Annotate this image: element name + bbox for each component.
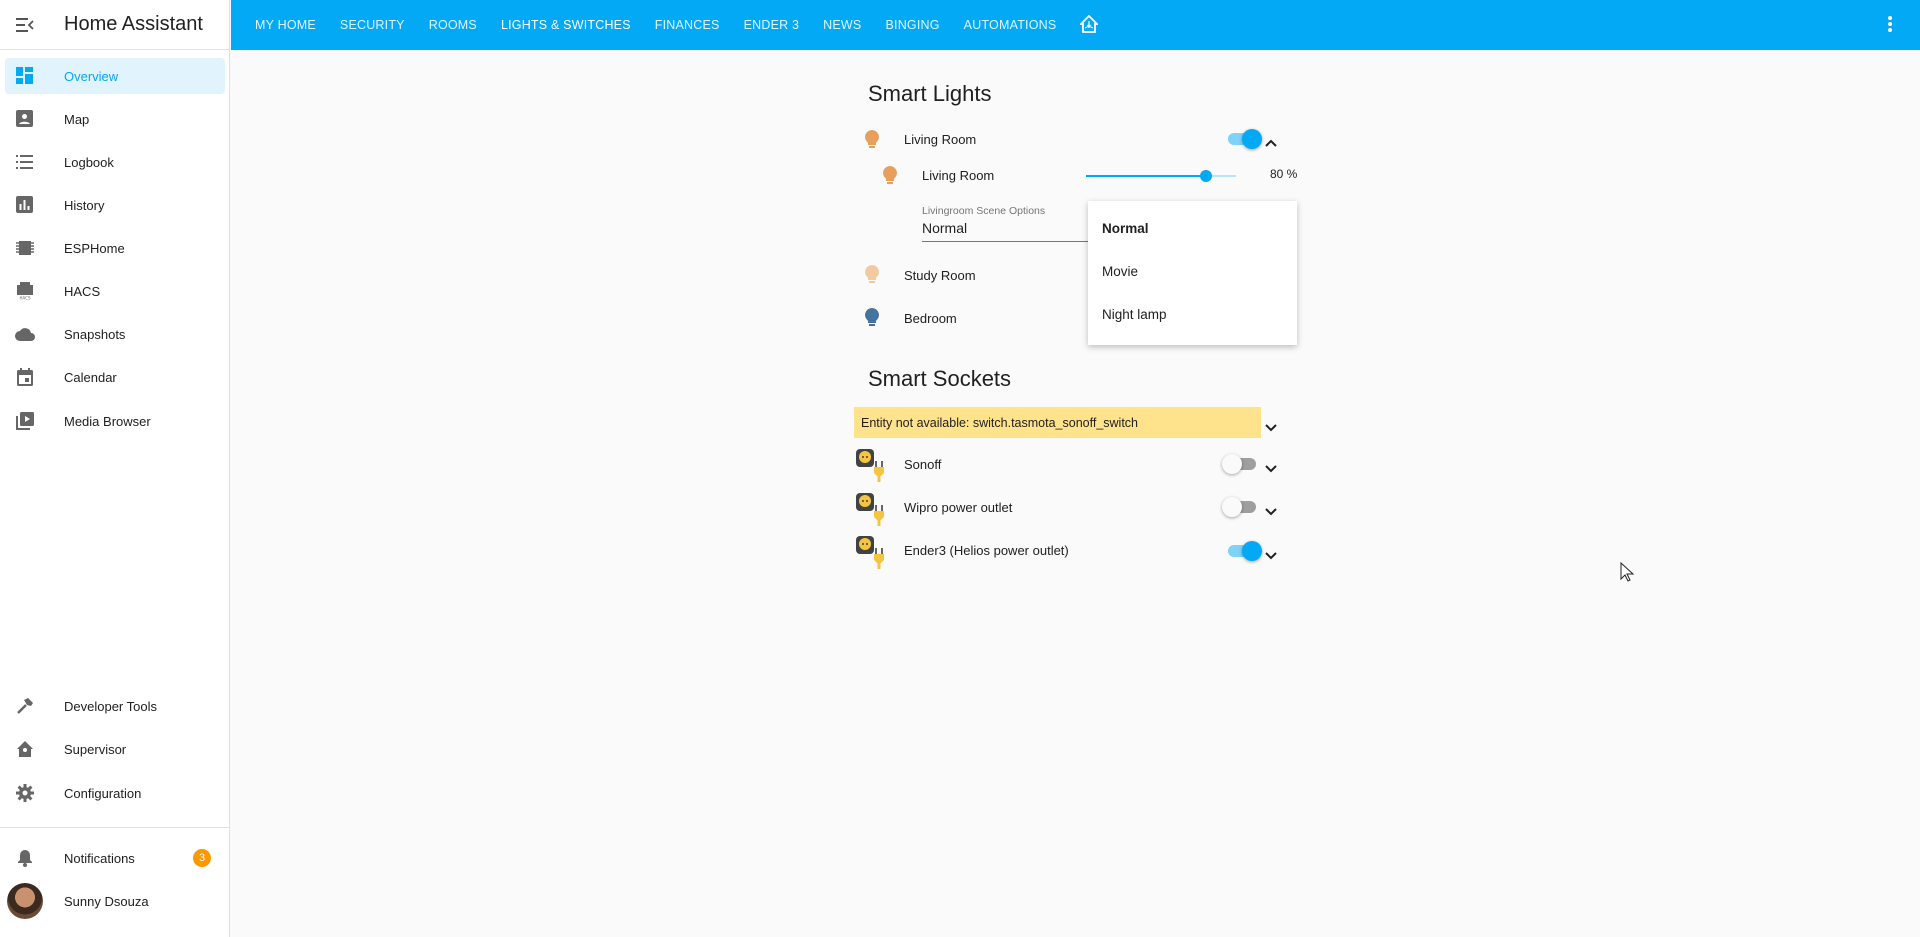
sidebar-item-label: Supervisor (64, 741, 127, 757)
sidebar-item-configuration[interactable]: Configuration (5, 775, 225, 811)
chart-bar-icon (5, 196, 45, 214)
map-account-icon (5, 110, 45, 128)
dashboard-icon (5, 67, 45, 85)
living-room-dimmer-name: Living Room (922, 167, 995, 183)
cog-icon (5, 784, 45, 802)
scene-option-movie[interactable]: Movie (1102, 264, 1138, 279)
sidebar-item-label: Snapshots (64, 326, 126, 342)
bedroom-name[interactable]: Bedroom (904, 309, 957, 327)
brightness-slider-fill (1086, 175, 1206, 177)
lightbulb-icon (882, 166, 898, 191)
sidebar-header: Home Assistant (0, 0, 229, 50)
power-socket-icon (856, 449, 890, 483)
sidebar-item-label: Media Browser (64, 413, 151, 429)
sidebar-item-label: HACS (64, 283, 101, 299)
play-box-multiple-icon (5, 412, 45, 430)
scene-option-normal[interactable]: Normal (1102, 221, 1149, 236)
living-room-name[interactable]: Living Room (904, 130, 976, 148)
home-assistant-icon (5, 740, 45, 758)
tab-security[interactable]: SECURITY (328, 0, 417, 50)
tab-news[interactable]: NEWS (811, 0, 873, 50)
menu-collapse-icon[interactable] (0, 0, 50, 50)
power-socket-icon (856, 493, 890, 527)
sidebar-item-label: Developer Tools (64, 698, 157, 714)
sidebar-item-label: Overview (64, 68, 119, 84)
sidebar-item-label: Configuration (64, 785, 142, 801)
tab-lights-switches[interactable]: LIGHTS & SWITCHES (489, 0, 643, 50)
sonoff-toggle[interactable] (1222, 454, 1258, 474)
tab-home-assistant[interactable] (1068, 0, 1110, 50)
scene-option-night-lamp[interactable]: Night lamp (1102, 307, 1167, 322)
wipro-outlet-name[interactable]: Wipro power outlet (904, 498, 1012, 516)
scene-select-value[interactable]: Normal (922, 220, 967, 236)
brightness-value: 80 % (1270, 167, 1298, 181)
tab-my-home[interactable]: MY HOME (243, 0, 328, 50)
brightness-slider-thumb[interactable] (1200, 170, 1212, 182)
sidebar-divider (0, 827, 230, 828)
sidebar-item-supervisor[interactable]: Supervisor (5, 731, 225, 767)
sidebar-item-notifications[interactable]: Notifications 3 (5, 840, 225, 876)
app-title: Home Assistant (64, 13, 203, 35)
living-room-toggle[interactable] (1226, 129, 1262, 149)
home-assistant-icon (1079, 14, 1100, 36)
tab-automations[interactable]: AUTOMATIONS (952, 0, 1069, 50)
ender3-outlet-toggle[interactable] (1226, 541, 1262, 561)
lightbulb-icon (864, 130, 880, 155)
hacs-icon: HACS (5, 282, 45, 300)
chevron-down-icon[interactable] (1265, 460, 1277, 478)
sidebar-item-media-browser[interactable]: Media Browser (5, 403, 225, 439)
scene-dropdown-menu: Normal Movie Night lamp (1088, 201, 1297, 345)
chip-icon (5, 240, 45, 256)
hammer-icon (5, 697, 45, 715)
sonoff-name[interactable]: Sonoff (904, 455, 941, 473)
tab-ender-3[interactable]: ENDER 3 (732, 0, 812, 50)
bell-icon (5, 849, 45, 867)
sidebar-item-snapshots[interactable]: Snapshots (5, 316, 225, 352)
mouse-cursor-icon (1620, 561, 1635, 587)
sidebar-item-history[interactable]: History (5, 187, 225, 223)
tab-finances[interactable]: FINANCES (643, 0, 732, 50)
chevron-up-icon[interactable] (1265, 134, 1277, 152)
calendar-icon (5, 368, 45, 386)
sidebar-item-label: Map (64, 111, 90, 127)
lightbulb-icon (864, 308, 880, 333)
sidebar-item-logbook[interactable]: Logbook (5, 144, 225, 180)
sidebar-item-label: Logbook (64, 154, 114, 170)
lightbulb-icon (864, 265, 880, 290)
notification-count-badge: 3 (193, 849, 211, 867)
study-room-name[interactable]: Study Room (904, 266, 976, 284)
sidebar-item-map[interactable]: Map (5, 101, 225, 137)
list-icon (5, 154, 45, 170)
tab-binging[interactable]: BINGING (873, 0, 951, 50)
avatar (7, 883, 43, 919)
scene-select-underline (922, 241, 1092, 242)
sidebar-item-label: Calendar (64, 369, 117, 385)
svg-text:HACS: HACS (19, 296, 30, 301)
scene-select-label: Livingroom Scene Options (922, 205, 1046, 217)
sidebar-item-user[interactable]: Sunny Dsouza (5, 883, 225, 919)
smart-lights-title: Smart Lights (868, 81, 992, 106)
sidebar-item-label: History (64, 197, 105, 213)
sidebar: Home Assistant Overview Map Logbook Hist… (0, 0, 230, 937)
chevron-down-icon[interactable] (1265, 419, 1277, 437)
entity-unavailable-warning: Entity not available: switch.tasmota_son… (854, 407, 1261, 438)
tab-rooms[interactable]: ROOMS (417, 0, 489, 50)
chevron-down-icon[interactable] (1265, 503, 1277, 521)
more-options-icon[interactable] (1888, 16, 1892, 37)
user-name: Sunny Dsouza (64, 893, 149, 909)
sidebar-item-esphome[interactable]: ESPHome (5, 230, 225, 266)
sidebar-item-label: ESPHome (64, 240, 125, 256)
sidebar-item-hacs[interactable]: HACS HACS (5, 273, 225, 309)
ender3-outlet-name[interactable]: Ender3 (Helios power outlet) (904, 541, 1069, 559)
sidebar-item-overview[interactable]: Overview (5, 58, 225, 94)
chevron-down-icon[interactable] (1265, 547, 1277, 565)
sidebar-item-developer-tools[interactable]: Developer Tools (5, 688, 225, 724)
sidebar-item-label: Notifications (64, 850, 135, 866)
power-socket-icon (856, 536, 890, 570)
top-toolbar: MY HOME SECURITY ROOMS LIGHTS & SWITCHES… (231, 0, 1920, 50)
cloud-icon (5, 327, 45, 341)
wipro-outlet-toggle[interactable] (1222, 497, 1258, 517)
sidebar-item-calendar[interactable]: Calendar (5, 359, 225, 395)
smart-sockets-title: Smart Sockets (868, 366, 1012, 391)
